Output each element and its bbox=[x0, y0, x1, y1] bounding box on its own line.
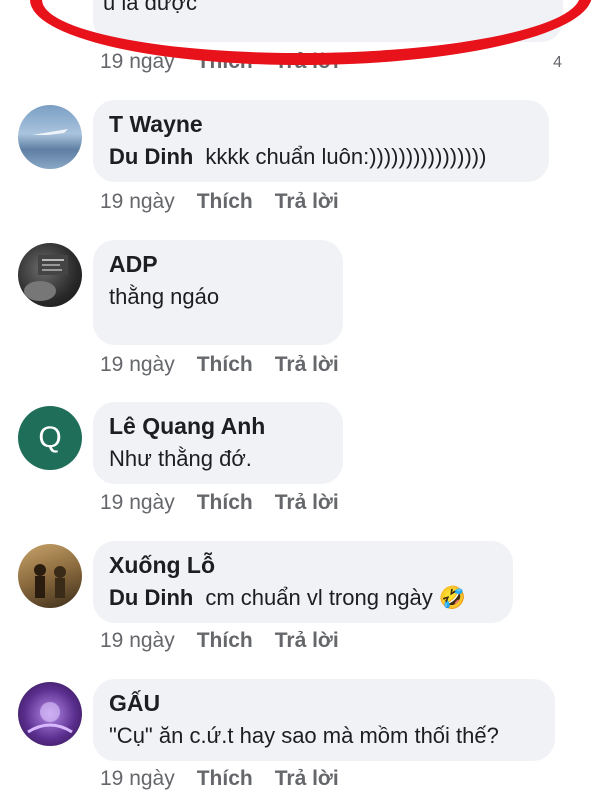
timestamp: 19 ngày bbox=[100, 491, 175, 514]
mention-link[interactable]: Du Dinh bbox=[109, 585, 193, 610]
comment-body: Như thằng đớ. bbox=[109, 446, 252, 471]
avatar[interactable] bbox=[18, 544, 82, 608]
avatar[interactable] bbox=[18, 682, 82, 746]
comment-author[interactable]: T Wayne bbox=[109, 110, 533, 138]
comment-meta: 19 ngày Thích Trả lời bbox=[100, 190, 339, 214]
comment-meta: 19 ngày Thích Trả lời bbox=[100, 629, 339, 653]
comment-author[interactable]: GẤU bbox=[109, 689, 539, 717]
comment-author[interactable]: Xuống Lỗ bbox=[109, 551, 497, 579]
timestamp: 19 ngày bbox=[100, 190, 175, 213]
timestamp: 19 ngày bbox=[100, 629, 175, 652]
reply-button[interactable]: Trả lời bbox=[275, 629, 339, 653]
like-button[interactable]: Thích bbox=[197, 629, 253, 653]
reply-button[interactable]: Trả lời bbox=[275, 190, 339, 214]
comment-meta: 19 ngày Thích Trả lời bbox=[100, 767, 339, 791]
avatar-letter: Q bbox=[38, 421, 62, 454]
group-photo-icon bbox=[34, 564, 66, 598]
reply-button[interactable]: Trả lời bbox=[275, 491, 339, 515]
avatar[interactable] bbox=[18, 105, 82, 169]
dark-photo-icon bbox=[24, 255, 68, 301]
comment-meta: 19 ngày Thích Trả lời bbox=[100, 491, 339, 515]
comment-body: cm chuẩn vl trong ngày bbox=[205, 585, 433, 610]
timestamp: 19 ngày bbox=[100, 353, 175, 376]
like-button[interactable]: Thích bbox=[197, 767, 253, 791]
reply-button[interactable]: Trả lời bbox=[275, 353, 339, 377]
comment-body: kkkk chuẩn luôn:)))))))))))))))) bbox=[205, 144, 487, 169]
comment-bubble: Xuống Lỗ Du Dinh cm chuẩn vl trong ngày 🤣 bbox=[93, 541, 513, 623]
comment-body: "Cụ" ăn c.ứ.t hay sao mà mồm thối thế? bbox=[109, 723, 499, 748]
comment-author[interactable]: Lê Quang Anh bbox=[109, 412, 327, 440]
reaction-count: 4 bbox=[553, 54, 562, 71]
mention-link[interactable]: Du Dinh bbox=[109, 144, 193, 169]
comment-bubble: T Wayne Du Dinh kkkk chuẩn luôn:)))))))))… bbox=[93, 100, 549, 182]
purple-photo-icon bbox=[27, 702, 73, 734]
like-button[interactable]: Thích bbox=[197, 353, 253, 377]
avatar[interactable]: Q bbox=[18, 406, 82, 470]
comment-text: Du Dinh cm chuẩn vl trong ngày 🤣 bbox=[109, 583, 497, 613]
comment-bubble: ADP thằng ngáo bbox=[93, 240, 343, 345]
comment-author[interactable]: ADP bbox=[109, 250, 327, 278]
comment-bubble: GẤU "Cụ" ăn c.ứ.t hay sao mà mồm thối th… bbox=[93, 679, 555, 761]
avatar[interactable] bbox=[18, 243, 82, 307]
laughing-emoji-icon: 🤣 bbox=[438, 585, 467, 610]
comment-meta: 19 ngày Thích Trả lời bbox=[100, 353, 339, 377]
comment-bubble: Lê Quang Anh Như thằng đớ. bbox=[93, 402, 343, 484]
comment-body: thằng ngáo bbox=[109, 284, 220, 309]
timestamp: 19 ngày bbox=[100, 767, 175, 790]
like-button[interactable]: Thích bbox=[197, 190, 253, 214]
comment-text: Du Dinh kkkk chuẩn luôn:)))))))))))))))) bbox=[109, 142, 533, 172]
airplane-photo-icon bbox=[32, 129, 68, 135]
reply-button[interactable]: Trả lời bbox=[275, 767, 339, 791]
like-button[interactable]: Thích bbox=[197, 491, 253, 515]
